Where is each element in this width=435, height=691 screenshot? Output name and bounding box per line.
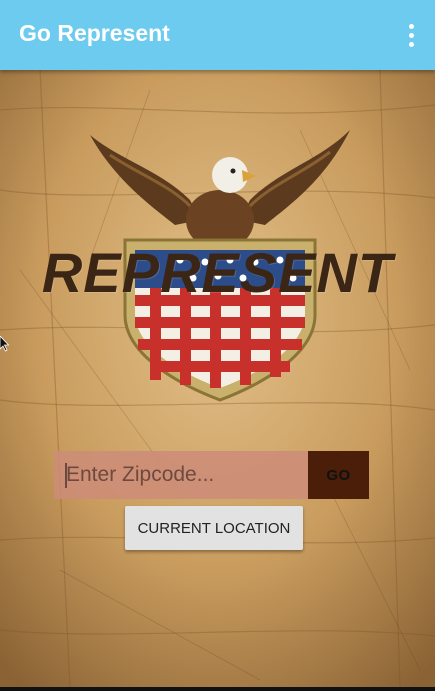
app-bar: Go Represent — [0, 0, 435, 70]
go-button[interactable]: GO — [308, 451, 369, 499]
zipcode-input[interactable] — [54, 451, 308, 499]
app-title: Go Represent — [19, 20, 170, 46]
bottom-edge — [0, 687, 435, 691]
more-vert-icon[interactable] — [407, 24, 417, 48]
current-location-button[interactable]: CURRENT LOCATION — [125, 506, 303, 550]
main-content: REPRESENT GO CURRENT LOCATION — [0, 70, 435, 687]
text-cursor — [65, 463, 67, 488]
mouse-pointer-icon — [0, 336, 10, 352]
hero-title: REPRESENT — [41, 241, 394, 304]
